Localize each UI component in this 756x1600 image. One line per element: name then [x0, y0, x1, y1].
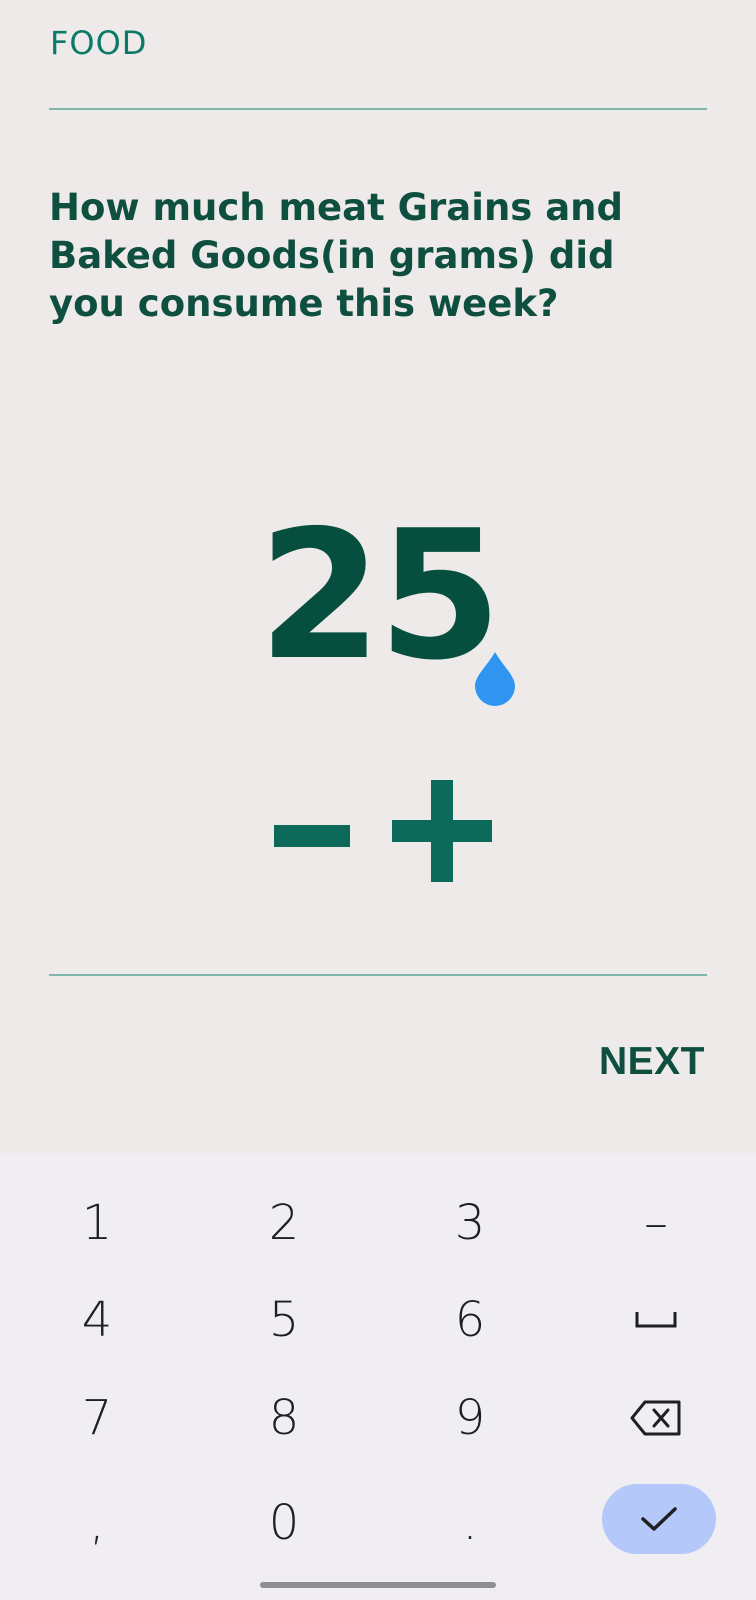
minus-icon [274, 825, 350, 847]
key-7[interactable]: 7 [37, 1373, 157, 1463]
increment-button[interactable] [392, 780, 492, 882]
key-0[interactable]: 0 [224, 1478, 344, 1568]
decrement-button[interactable] [274, 780, 350, 880]
key-dash[interactable]: – [596, 1178, 716, 1268]
text-cursor-handle-icon[interactable] [473, 650, 517, 706]
key-1[interactable]: 1 [37, 1178, 157, 1268]
key-5[interactable]: 5 [224, 1275, 344, 1365]
amount-input[interactable]: 25 [0, 496, 756, 696]
checkmark-icon [641, 1507, 677, 1531]
key-period[interactable]: . [410, 1478, 530, 1568]
top-divider [49, 108, 707, 110]
backspace-icon [630, 1400, 681, 1436]
key-2[interactable]: 2 [224, 1178, 344, 1268]
question-text: How much meat Grains and Baked Goods(in … [49, 186, 623, 325]
next-button[interactable]: NEXT [599, 1040, 705, 1084]
bottom-divider [49, 974, 707, 976]
gesture-nav-handle[interactable] [260, 1582, 496, 1588]
key-6[interactable]: 6 [410, 1275, 530, 1365]
key-3[interactable]: 3 [410, 1178, 530, 1268]
food-question-screen: FOOD How much meat Grains and Baked Good… [0, 0, 756, 1153]
space-key[interactable] [596, 1275, 716, 1365]
backspace-key[interactable] [596, 1373, 716, 1463]
key-9[interactable]: 9 [410, 1373, 530, 1463]
key-4[interactable]: 4 [37, 1275, 157, 1365]
key-8[interactable]: 8 [224, 1373, 344, 1463]
key-comma[interactable]: , [37, 1478, 157, 1568]
space-icon [635, 1312, 677, 1328]
category-title: FOOD [50, 24, 148, 62]
enter-key[interactable] [602, 1484, 716, 1554]
